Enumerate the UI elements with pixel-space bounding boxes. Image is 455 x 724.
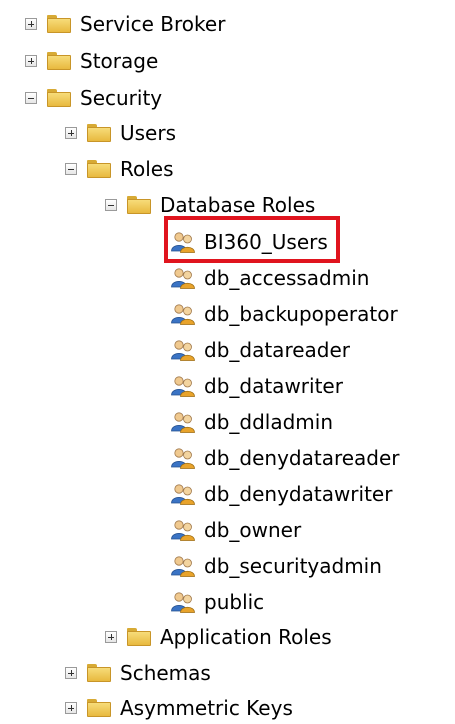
node-label: db_accessadmin: [204, 266, 370, 290]
tree-node-role[interactable]: public: [170, 587, 264, 617]
node-label: public: [204, 590, 265, 614]
expand-icon[interactable]: [65, 702, 77, 714]
collapse-icon[interactable]: [25, 92, 37, 104]
node-label: Users: [120, 121, 177, 145]
expand-icon[interactable]: [65, 667, 77, 679]
folder-icon: [127, 196, 151, 214]
tree-node-role[interactable]: db_backupoperator: [170, 299, 398, 329]
role-users-icon: [171, 304, 195, 325]
node-label: db_denydatareader: [204, 446, 400, 470]
folder-icon: [47, 15, 71, 33]
expand-icon[interactable]: [105, 631, 117, 643]
tree-node-role[interactable]: db_accessadmin: [170, 263, 369, 293]
tree-node-storage[interactable]: Storage: [25, 46, 158, 76]
expand-icon[interactable]: [25, 18, 37, 30]
node-label: Database Roles: [160, 193, 316, 217]
folder-icon: [87, 699, 111, 717]
role-users-icon: [171, 556, 195, 577]
node-label: db_datareader: [204, 338, 351, 362]
node-label: Security: [80, 86, 163, 110]
object-explorer-tree: Service Broker Storage Security Users Ro…: [0, 0, 455, 724]
expand-icon[interactable]: [25, 55, 37, 67]
node-label: Schemas: [120, 661, 211, 685]
node-label: Application Roles: [160, 625, 332, 649]
node-label: Storage: [80, 49, 159, 73]
tree-node-role[interactable]: db_datareader: [170, 335, 350, 365]
tree-node-security[interactable]: Security: [25, 83, 162, 113]
collapse-icon[interactable]: [65, 163, 77, 175]
collapse-icon[interactable]: [105, 199, 117, 211]
role-users-icon: [171, 592, 195, 613]
node-label: db_ddladmin: [204, 410, 334, 434]
tree-node-role[interactable]: db_securityadmin: [170, 551, 382, 581]
tree-node-service-broker[interactable]: Service Broker: [25, 9, 225, 39]
role-users-icon: [171, 520, 195, 541]
tree-node-role[interactable]: db_ddladmin: [170, 407, 333, 437]
role-users-icon: [171, 448, 195, 469]
tree-node-role[interactable]: db_denydatareader: [170, 443, 400, 473]
folder-icon: [47, 89, 71, 107]
tree-node-users[interactable]: Users: [65, 118, 176, 148]
expand-icon[interactable]: [65, 127, 77, 139]
folder-icon: [47, 52, 71, 70]
node-label: db_owner: [204, 518, 302, 542]
tree-node-role[interactable]: db_owner: [170, 515, 301, 545]
role-users-icon: [171, 484, 195, 505]
tree-node-application-roles[interactable]: Application Roles: [105, 622, 332, 652]
role-users-icon: [171, 268, 195, 289]
node-label: Asymmetric Keys: [120, 696, 293, 720]
node-label: db_datawriter: [204, 374, 343, 398]
tree-node-role[interactable]: db_denydatawriter: [170, 479, 392, 509]
folder-icon: [127, 628, 151, 646]
node-label: db_securityadmin: [204, 554, 382, 578]
node-label: Service Broker: [80, 12, 226, 36]
highlight-box: [164, 216, 340, 263]
tree-node-asymmetric-keys[interactable]: Asymmetric Keys: [65, 693, 293, 723]
folder-icon: [87, 664, 111, 682]
role-users-icon: [171, 340, 195, 361]
tree-node-schemas[interactable]: Schemas: [65, 658, 211, 688]
node-label: Roles: [120, 157, 174, 181]
node-label: db_backupoperator: [204, 302, 398, 326]
node-label: db_denydatawriter: [204, 482, 393, 506]
tree-node-roles[interactable]: Roles: [65, 154, 174, 184]
role-users-icon: [171, 412, 195, 433]
folder-icon: [87, 160, 111, 178]
tree-node-role[interactable]: db_datawriter: [170, 371, 343, 401]
role-users-icon: [171, 376, 195, 397]
folder-icon: [87, 124, 111, 142]
